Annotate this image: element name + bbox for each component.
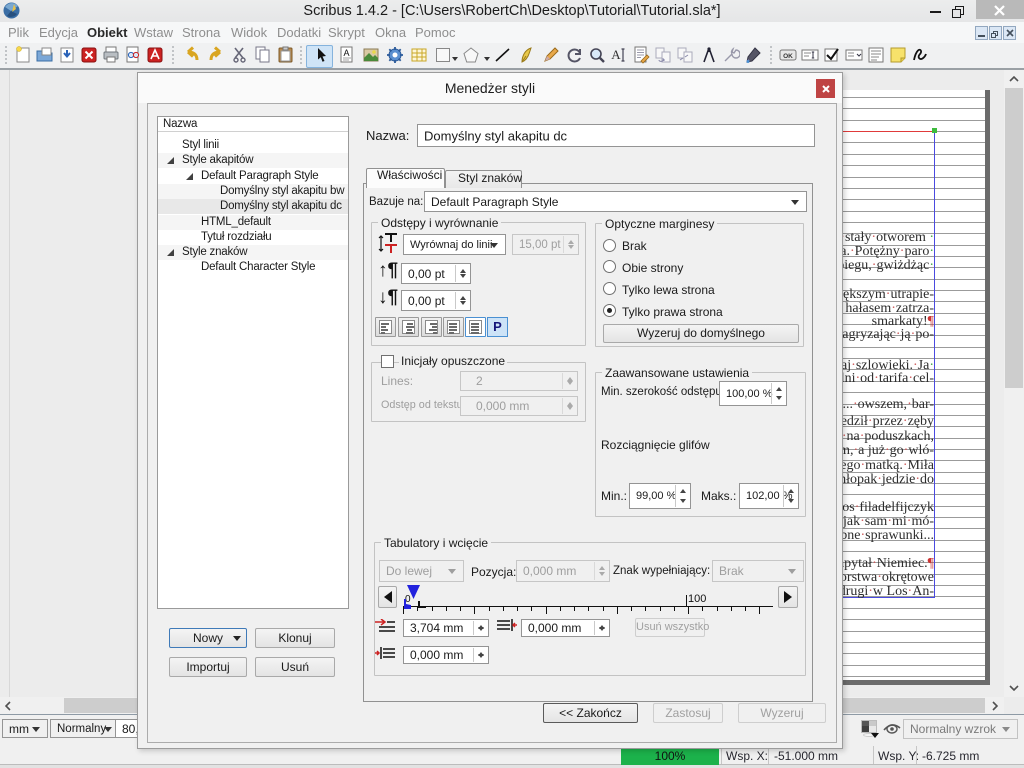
svg-text:OK: OK: [783, 53, 793, 60]
svg-text:A: A: [343, 48, 349, 58]
svg-text:A: A: [611, 47, 621, 62]
